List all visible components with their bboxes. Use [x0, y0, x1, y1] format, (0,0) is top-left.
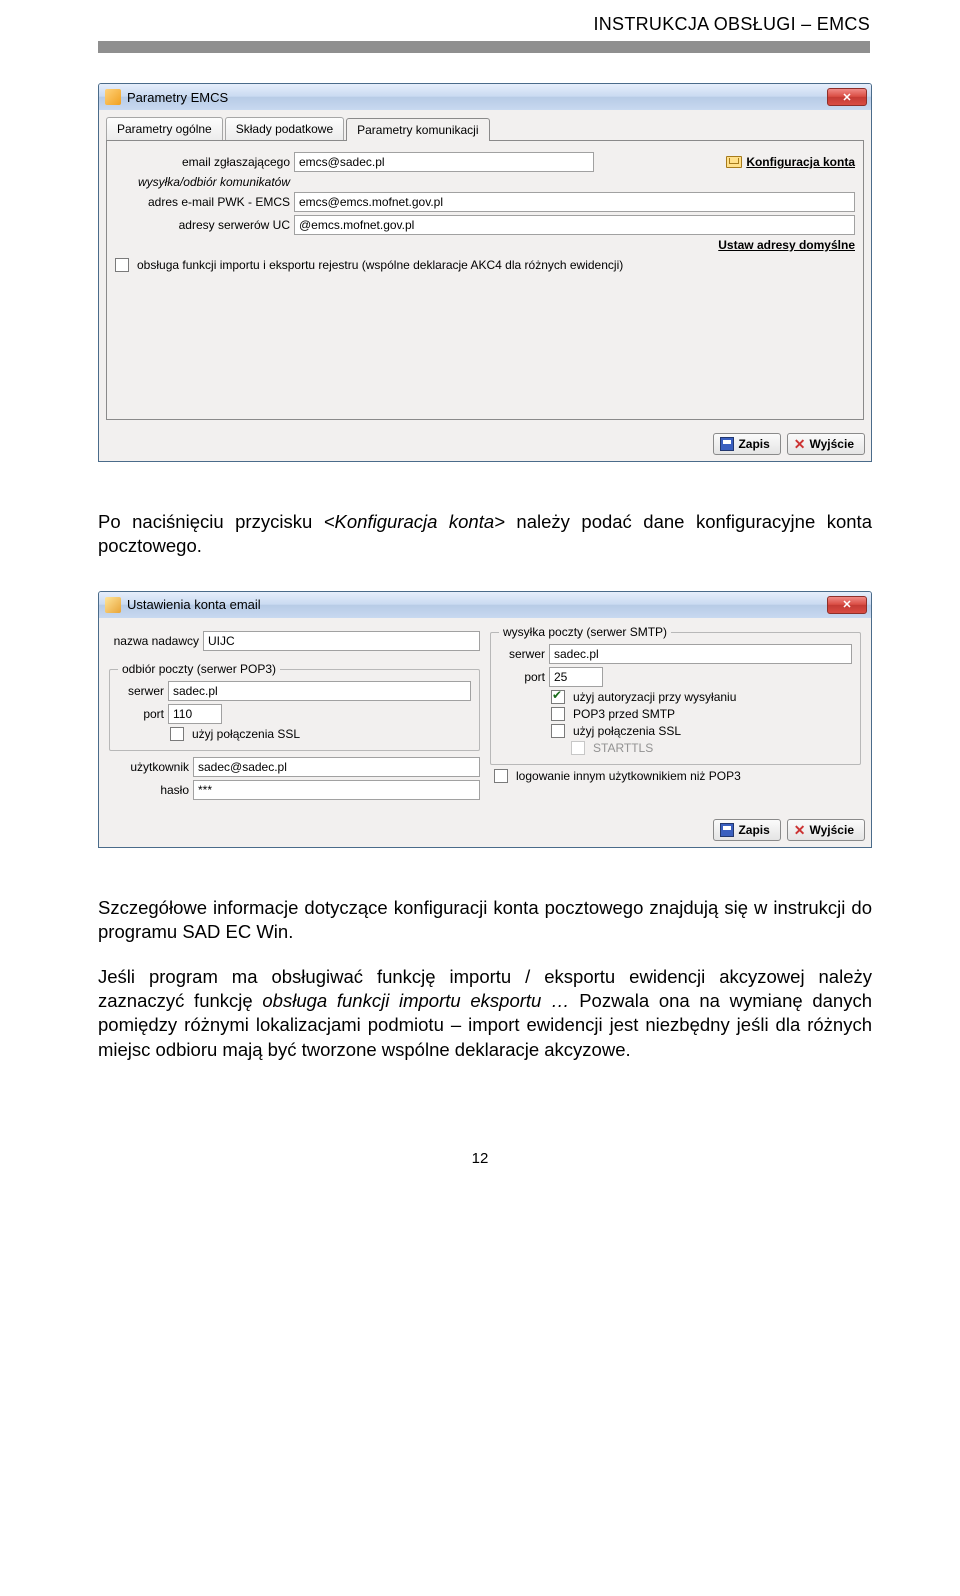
checkbox-import-eksport[interactable] [115, 258, 129, 272]
label-pop3-ssl: użyj połączenia SSL [192, 727, 300, 741]
group-pop3: odbiór poczty (serwer POP3) [118, 662, 280, 676]
input-email[interactable] [294, 152, 594, 172]
label-pwk: adres e-mail PWK - EMCS [115, 195, 290, 209]
paragraph-2: Szczegółowe informacje dotyczące konfigu… [98, 896, 872, 945]
input-nazwa-nadawcy[interactable] [203, 631, 480, 651]
zapis-button[interactable]: Zapis [713, 433, 780, 455]
paragraph-1: Po naciśnięciu przycisku <Konfiguracja k… [98, 510, 872, 559]
wyjscie-button[interactable]: ✕ Wyjście [787, 433, 865, 455]
group-smtp: wysyłka poczty (serwer SMTP) [499, 625, 671, 639]
checkbox-starttls [571, 741, 585, 755]
header-rule [98, 41, 870, 53]
label-haslo: hasło [109, 783, 189, 797]
save-icon [720, 437, 734, 451]
window-title: Parametry EMCS [127, 90, 827, 105]
page-number: 12 [0, 1122, 960, 1167]
window-title-2: Ustawienia konta email [127, 597, 827, 612]
tab-parametry-komunikacji[interactable]: Parametry komunikacji [346, 118, 489, 141]
save-icon [720, 823, 734, 837]
wyjscie-label: Wyjście [810, 437, 854, 451]
checkbox-pop3-przed-smtp[interactable] [551, 707, 565, 721]
input-haslo[interactable] [193, 780, 480, 800]
titlebar-2: Ustawienia konta email ✕ [99, 592, 871, 618]
label-pop3-przed-smtp: POP3 przed SMTP [573, 707, 675, 721]
tab-panel: email zgłaszającego Konfiguracja konta w… [106, 140, 864, 420]
label-smtp-port: port [499, 670, 545, 684]
zapis-label-2: Zapis [738, 823, 769, 837]
checkbox-auth-send[interactable] [551, 690, 565, 704]
input-smtp-port[interactable] [549, 667, 603, 687]
checkbox-smtp-ssl[interactable] [551, 724, 565, 738]
input-pwk[interactable] [294, 192, 855, 212]
dialog-ustawienia-konta-email: Ustawienia konta email ✕ nazwa nadawcy o… [98, 591, 872, 848]
label-starttls: STARTTLS [593, 741, 653, 755]
checkbox-import-eksport-label: obsługa funkcji importu i eksportu rejes… [137, 258, 623, 272]
label-pop3-port: port [118, 707, 164, 721]
input-smtp-serwer[interactable] [549, 644, 852, 664]
label-wysylka-odbior: wysyłka/odbiór komunikatów [115, 175, 290, 189]
dialog-parametry-emcs: Parametry EMCS ✕ Parametry ogólne Składy… [98, 83, 872, 462]
app-icon [105, 597, 121, 613]
label-smtp-ssl: użyj połączenia SSL [573, 724, 681, 738]
wyjscie-button-2[interactable]: ✕ Wyjście [787, 819, 865, 841]
close-button-2[interactable]: ✕ [827, 596, 867, 614]
input-uzytkownik[interactable] [193, 757, 480, 777]
titlebar: Parametry EMCS ✕ [99, 84, 871, 110]
label-pop3-serwer: serwer [118, 684, 164, 698]
ustaw-adresy-domyslne-link[interactable]: Ustaw adresy domyślne [718, 238, 855, 252]
zapis-button-2[interactable]: Zapis [713, 819, 780, 841]
tab-sklady-podatkowe[interactable]: Składy podatkowe [225, 117, 344, 140]
paragraph-3: Jeśli program ma obsługiwać funkcję impo… [98, 965, 872, 1063]
label-smtp-serwer: serwer [499, 647, 545, 661]
label-other-login: logowanie innym użytkownikiem niż POP3 [516, 769, 741, 783]
konfiguracja-konta-label: Konfiguracja konta [746, 155, 855, 169]
label-email: email zgłaszającego [115, 155, 290, 169]
konfiguracja-konta-link[interactable]: Konfiguracja konta [726, 155, 855, 169]
input-pop3-port[interactable] [168, 704, 222, 724]
page-header: INSTRUKCJA OBSŁUGI – EMCS [0, 0, 960, 41]
close-icon: ✕ [794, 437, 806, 451]
label-nazwa-nadawcy: nazwa nadawcy [109, 634, 199, 648]
label-auth-send: użyj autoryzacji przy wysyłaniu [573, 690, 736, 704]
wyjscie-label-2: Wyjście [810, 823, 854, 837]
checkbox-other-login[interactable] [494, 769, 508, 783]
input-pop3-serwer[interactable] [168, 681, 471, 701]
close-button[interactable]: ✕ [827, 88, 867, 106]
app-icon [105, 89, 121, 105]
zapis-label: Zapis [738, 437, 769, 451]
tab-parametry-ogolne[interactable]: Parametry ogólne [106, 117, 223, 140]
label-uzytkownik: użytkownik [109, 760, 189, 774]
mail-config-icon [726, 156, 742, 168]
label-uc: adresy serwerów UC [115, 218, 290, 232]
checkbox-pop3-ssl[interactable] [170, 727, 184, 741]
close-icon: ✕ [794, 823, 806, 837]
input-uc[interactable] [294, 215, 855, 235]
